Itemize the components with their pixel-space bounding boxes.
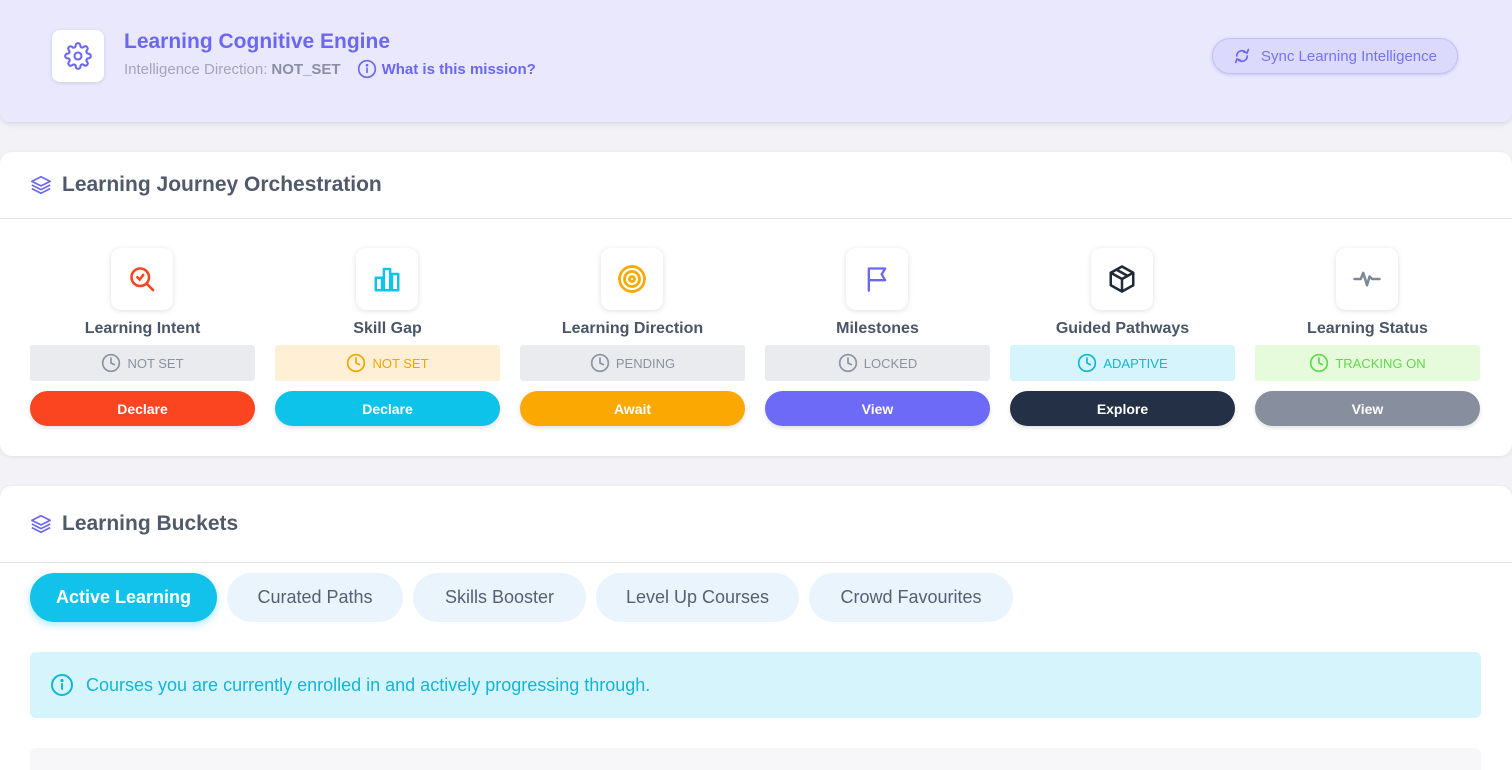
step-status-label: NOT SET [372, 355, 429, 371]
step-name: Milestones [836, 320, 919, 337]
mission-link-label: What is this mission? [381, 60, 536, 78]
step-name: Learning Direction [561, 320, 704, 337]
package-icon [1091, 248, 1153, 310]
step-status-label: NOT SET [127, 355, 184, 371]
bar-chart-icon [356, 248, 418, 310]
clock-icon [102, 353, 121, 373]
info-icon [357, 59, 376, 79]
info-banner-text: Courses you are currently enrolled in an… [86, 674, 651, 695]
journey-title: Learning Journey Orchestration [62, 173, 382, 196]
tab-curated-paths[interactable]: Curated Paths [227, 573, 403, 622]
tab-active-learning[interactable]: Active Learning [30, 573, 217, 622]
clock-icon [838, 353, 857, 373]
step-status-label: PENDING [615, 355, 676, 371]
layers-icon [31, 514, 51, 534]
step-name: Learning Status [1307, 320, 1428, 337]
buckets-card: Learning Buckets Active Learning Curated… [0, 486, 1512, 770]
clock-icon [1078, 353, 1097, 373]
target-icon [601, 248, 663, 310]
refresh-icon [1234, 48, 1250, 64]
page-title: Learning Cognitive Engine [124, 30, 391, 53]
search-chart-icon [111, 248, 173, 310]
course-list [30, 748, 1481, 770]
view-status-button[interactable]: View [1255, 391, 1480, 426]
step-status-label: LOCKED [863, 355, 918, 371]
step-status-label: TRACKING ON [1335, 355, 1426, 371]
info-icon [51, 674, 73, 696]
direction-label: Intelligence Direction: [124, 60, 268, 78]
sync-learning-intelligence-button[interactable]: Sync Learning Intelligence [1212, 38, 1458, 74]
page-header: Learning Cognitive Engine Intelligence D… [0, 0, 1512, 122]
tab-level-up-courses[interactable]: Level Up Courses [596, 573, 799, 622]
info-banner: Courses you are currently enrolled in an… [30, 652, 1481, 718]
gear-icon [52, 30, 104, 82]
journey-card: Learning Journey Orchestration Learning … [0, 152, 1512, 456]
step-status: NOT SET [30, 345, 255, 381]
mission-info-link[interactable]: What is this mission? [357, 59, 536, 79]
step-status: ADAPTIVE [1010, 345, 1235, 381]
view-milestones-button[interactable]: View [765, 391, 990, 426]
step-status-label: ADAPTIVE [1103, 355, 1168, 371]
intelligence-direction: Intelligence Direction: NOT_SET What is … [124, 59, 536, 79]
declare-intent-button[interactable]: Declare [30, 391, 255, 426]
buckets-title: Learning Buckets [62, 512, 239, 535]
tab-crowd-favourites[interactable]: Crowd Favourites [809, 573, 1013, 622]
explore-pathways-button[interactable]: Explore [1010, 391, 1235, 426]
layers-icon [31, 175, 51, 195]
flag-icon [846, 248, 908, 310]
step-name: Skill Gap [353, 320, 422, 337]
clock-icon [1310, 353, 1329, 373]
buckets-card-header: Learning Buckets [0, 486, 1512, 563]
direction-value: NOT_SET [271, 60, 341, 78]
sync-button-label: Sync Learning Intelligence [1261, 47, 1437, 65]
declare-skill-gap-button[interactable]: Declare [275, 391, 500, 426]
step-status: TRACKING ON [1255, 345, 1480, 381]
await-direction-button[interactable]: Await [520, 391, 745, 426]
step-status: LOCKED [765, 345, 990, 381]
step-name: Guided Pathways [1055, 320, 1190, 337]
journey-card-header: Learning Journey Orchestration [0, 152, 1512, 219]
tab-skills-booster[interactable]: Skills Booster [413, 573, 586, 622]
step-name: Learning Intent [84, 320, 201, 337]
step-status: NOT SET [275, 345, 500, 381]
clock-icon [590, 353, 610, 373]
activity-icon [1336, 248, 1398, 310]
clock-icon [347, 353, 366, 373]
step-status: PENDING [520, 345, 745, 381]
